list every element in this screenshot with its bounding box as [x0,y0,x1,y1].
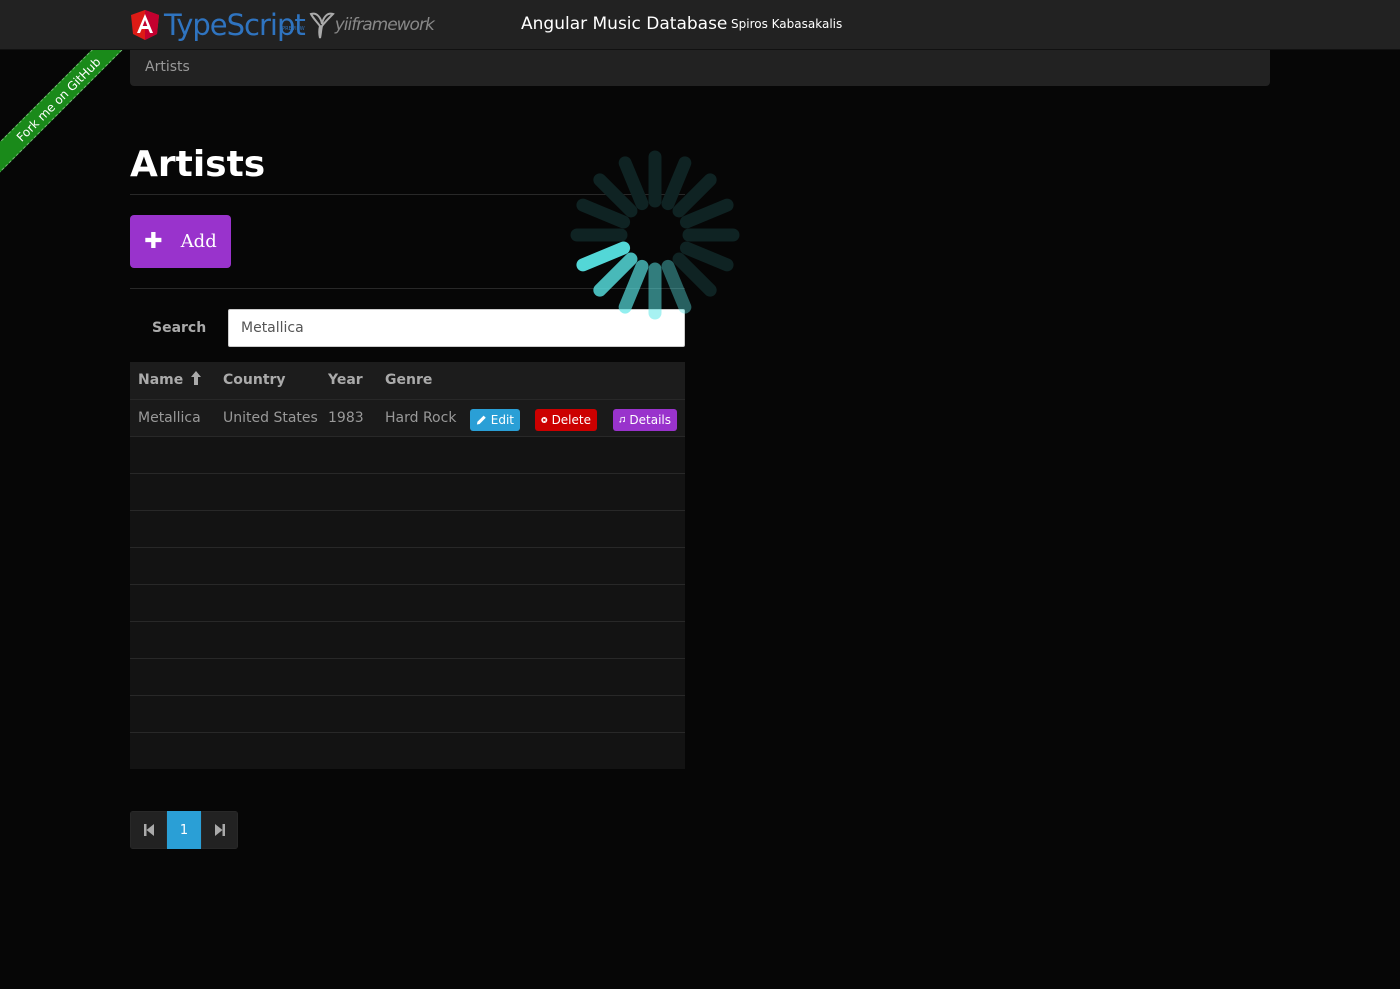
music-note-icon [619,416,625,423]
spinner-bar [618,259,649,314]
table-header: Name Country Year Genre [130,362,685,399]
page-button-1[interactable]: 1 [167,811,201,849]
typescript-logo: TypeScript PREVIEW [164,10,306,40]
delete-button[interactable]: Delete [535,409,597,431]
table-row-empty [130,510,685,547]
add-button[interactable]: ✚ Add [130,215,231,268]
table-row-empty [130,695,685,732]
cell-year: 1983 [328,410,364,426]
column-header-country[interactable]: Country [223,372,286,388]
column-header-year[interactable]: Year [328,372,363,388]
fork-ribbon-wrapper: Fork me on GitHub [0,50,140,190]
spinner-bar [576,198,631,229]
details-button[interactable]: Details [613,409,677,431]
author-link[interactable]: Spiros Kabasakalis [731,17,842,31]
table-row-empty [130,621,685,658]
yii-logo-text: yiiframework [334,15,435,35]
cell-country: United States [223,410,318,426]
yii-logo: yiiframework [309,10,435,40]
spinner-bar [679,198,734,229]
spinner-bar [593,173,638,218]
pagination: 1 [130,811,238,849]
fork-ribbon[interactable]: Fork me on GitHub [0,50,137,178]
brand[interactable]: TypeScript PREVIEW yiiframework [130,8,435,42]
app-title[interactable]: Angular Music Database [521,14,727,34]
column-header-genre[interactable]: Genre [385,372,432,388]
edit-button[interactable]: Edit [470,409,520,431]
delete-button-label: Delete [551,413,591,427]
add-button-label: Add [180,231,217,252]
table-row-empty [130,473,685,510]
table-row: Metallica United States 1983 Hard Rock E… [130,399,685,436]
typescript-logo-subtext: PREVIEW [282,26,305,32]
spinner-bar [672,252,717,297]
table-row-empty [130,547,685,584]
breadcrumb-item-artists: Artists [145,59,190,75]
arrow-up-icon[interactable] [190,370,202,386]
breadcrumb: Artists [130,50,1270,86]
spinner-bar [672,173,717,218]
yii-butterfly-icon [309,12,335,39]
spinner-bar [576,241,631,272]
column-header-name[interactable]: Name [138,372,183,388]
spinner-bar [679,241,734,272]
table-row-empty [130,584,685,621]
edit-button-label: Edit [490,413,514,427]
page-title: Artists [130,144,266,185]
angular-logo-icon [131,10,159,40]
spinner-bar [661,156,692,211]
spinner-bar [593,252,638,297]
loading-spinner-icon [570,150,740,320]
spinner-bar [661,259,692,314]
artists-table: Name Country Year Genre Metallica United… [130,362,685,769]
cell-name: Metallica [138,410,201,426]
pencil-icon [476,415,486,425]
spinner-bar [618,156,649,211]
step-forward-icon [214,824,225,836]
cell-genre: Hard Rock [385,410,457,426]
step-backward-icon [143,824,154,836]
search-label: Search [152,320,207,336]
first-page-button[interactable] [130,811,167,849]
details-button-label: Details [629,413,671,427]
plus-icon: ✚ [144,228,163,254]
last-page-button[interactable] [201,811,238,849]
remove-circle-icon [541,416,548,424]
table-row-empty [130,658,685,695]
table-row-empty [130,732,685,769]
navbar: TypeScript PREVIEW yiiframework Angular … [0,0,1400,50]
table-row-empty [130,436,685,473]
